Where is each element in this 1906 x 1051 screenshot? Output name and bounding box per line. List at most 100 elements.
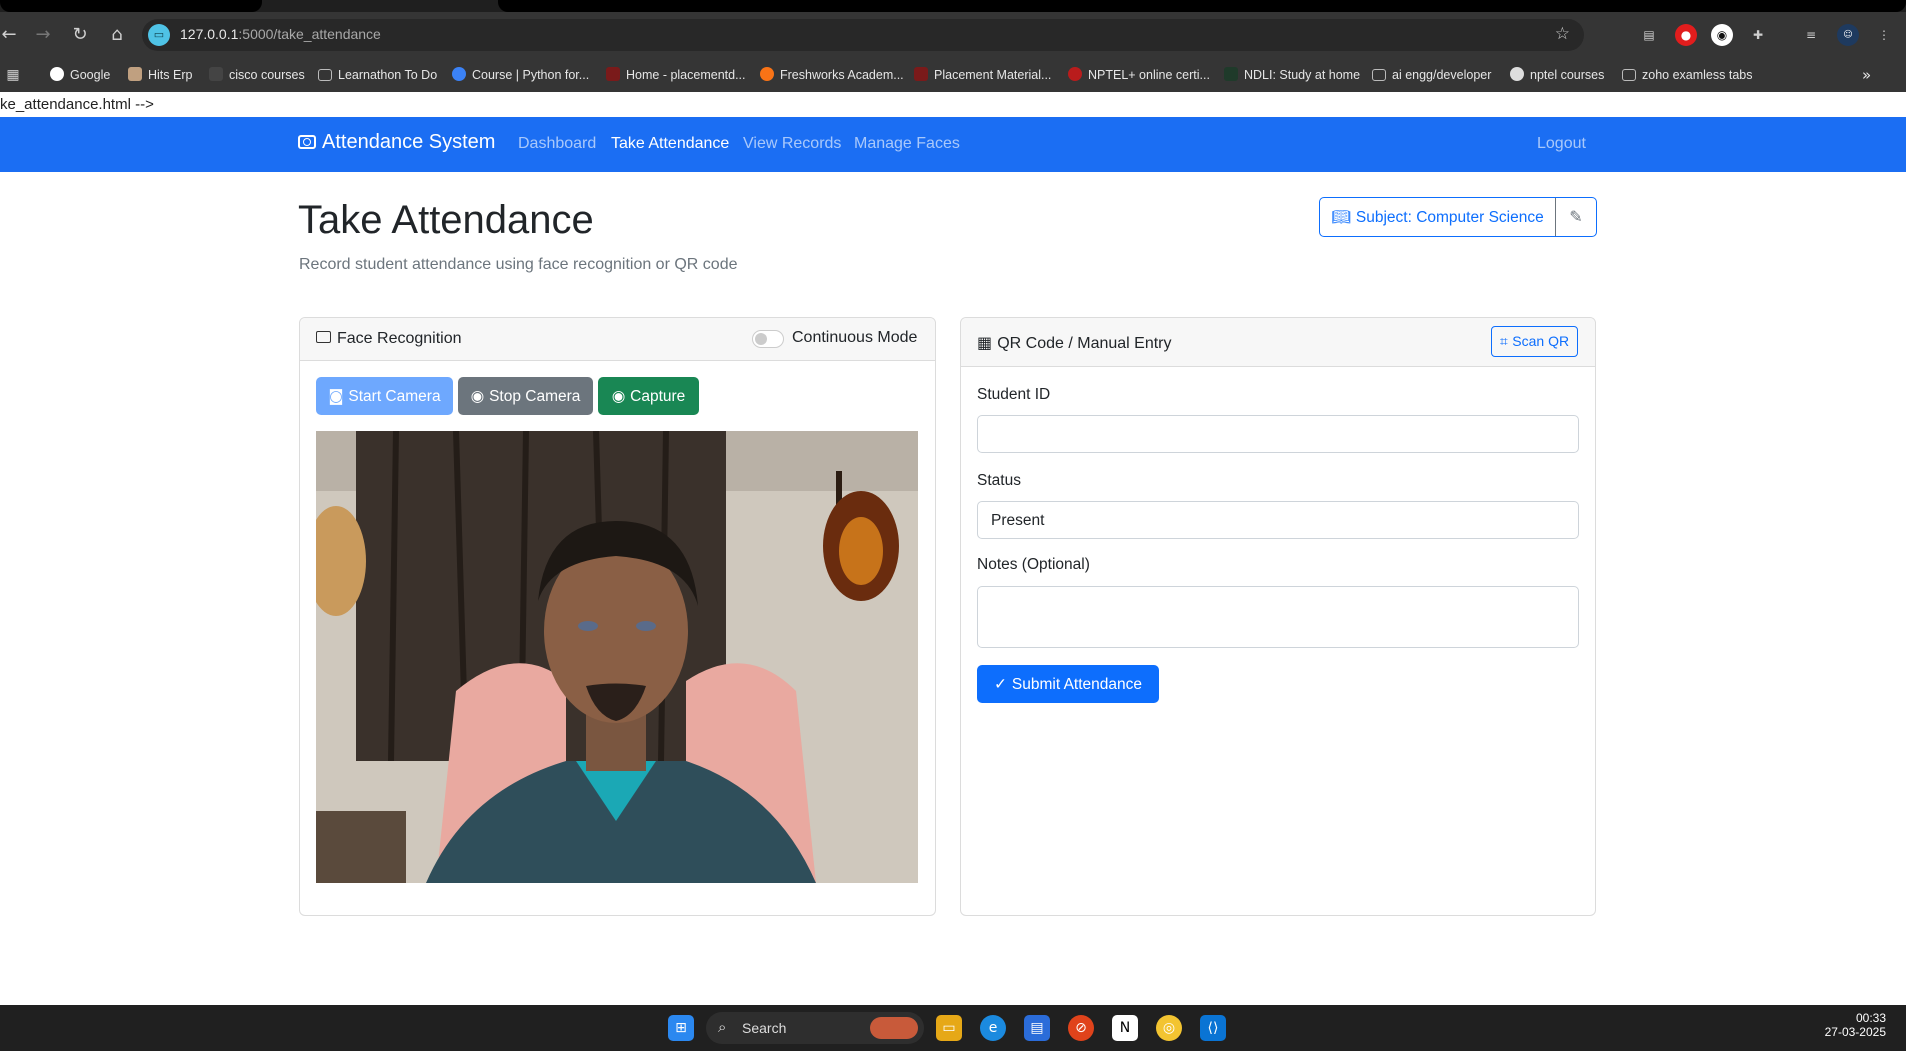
pencil-icon: ✎ — [1569, 207, 1583, 226]
subject-button[interactable]: 📖︎ Subject: Computer Science — [1320, 198, 1556, 236]
forward-icon[interactable]: → — [30, 22, 56, 48]
stop-camera-button[interactable]: ◉ Stop Camera — [458, 377, 593, 415]
check-icon: ✓ — [993, 675, 1012, 693]
logout-link[interactable]: Logout — [1537, 135, 1586, 153]
webcam-frame — [316, 431, 918, 883]
profile-avatar[interactable]: ☺ — [1837, 24, 1859, 46]
bookmarks-overflow-icon[interactable]: » — [1862, 64, 1871, 86]
bookmark-item[interactable]: NDLI: Study at home — [1224, 64, 1360, 86]
browser-tab[interactable] — [498, 0, 1906, 12]
bookmark-item[interactable]: zoho examless tabs — [1622, 64, 1752, 86]
qr-scan-icon: ⌗ — [1499, 334, 1513, 350]
edit-subject-button[interactable]: ✎ — [1556, 198, 1596, 236]
browser-toolbar: ← → ↻ ⌂ ▭ 127.0.0.1:5000/take_attendance… — [0, 12, 1906, 58]
taskbar: ⊞ ⌕ Search ▭ e ▤ ⊘ N ◎ ⟨⟩ 00:33 27-03-20… — [0, 1005, 1906, 1051]
subject-button-group: 📖︎ Subject: Computer Science ✎ — [1319, 197, 1597, 237]
file-explorer-icon[interactable]: ▭ — [936, 1015, 962, 1041]
notion-icon[interactable]: N — [1112, 1015, 1138, 1041]
stop-circle-icon: ◉ — [470, 387, 490, 405]
submit-attendance-button[interactable]: ✓ Submit Attendance — [977, 665, 1159, 703]
bookmark-item[interactable]: Google — [50, 64, 110, 86]
apps-grid-icon[interactable]: ▦ — [0, 62, 26, 88]
student-id-label: Student ID — [977, 386, 1051, 403]
site-favicon — [128, 67, 142, 81]
site-favicon — [1224, 67, 1238, 81]
site-favicon — [209, 67, 223, 81]
windows-start-icon[interactable]: ⊞ — [668, 1015, 694, 1041]
scan-qr-button[interactable]: ⌗ Scan QR — [1491, 326, 1578, 357]
app-icon[interactable]: ⊘ — [1068, 1015, 1094, 1041]
bookmark-item[interactable]: ai engg/developer — [1372, 64, 1491, 86]
notes-label: Notes (Optional) — [977, 556, 1090, 573]
site-favicon — [1510, 67, 1524, 81]
bookmark-item[interactable]: Placement Material... — [914, 64, 1051, 86]
bookmark-item[interactable]: cisco courses — [209, 64, 305, 86]
search-icon: ⌕ — [718, 1018, 727, 1036]
capture-button[interactable]: ◉ Capture — [598, 377, 699, 415]
qr-code-icon: ▦ — [977, 333, 998, 352]
clock-time: 00:33 — [1855, 1011, 1886, 1025]
browser-tab[interactable] — [0, 0, 262, 12]
bookmark-item[interactable]: Freshworks Academ... — [760, 64, 904, 86]
extension-icon[interactable]: ● — [1675, 24, 1697, 46]
start-camera-button[interactable]: ◙ Start Camera — [316, 377, 453, 415]
card-title: ▦ QR Code / Manual Entry — [977, 333, 1172, 352]
status-label: Status — [977, 472, 1021, 489]
system-clock[interactable]: 00:33 27-03-2025 — [1820, 1011, 1886, 1039]
bookmark-item[interactable]: nptel courses — [1510, 64, 1604, 86]
vscode-icon[interactable]: ⟨⟩ — [1200, 1015, 1226, 1041]
folder-icon — [1622, 69, 1636, 81]
bookmark-item[interactable]: Home - placementd... — [606, 64, 746, 86]
student-id-input[interactable] — [977, 415, 1579, 453]
page-title: Take Attendance — [298, 198, 594, 242]
extension-icon[interactable]: ▤ — [1638, 24, 1660, 46]
url-text: 127.0.0.1:5000/take_attendance — [180, 26, 381, 42]
taskbar-search[interactable]: ⌕ Search — [706, 1012, 924, 1044]
back-icon[interactable]: ← — [0, 22, 22, 48]
card-header: Face Recognition Continuous Mode — [300, 318, 935, 361]
nav-link-dashboard[interactable]: Dashboard — [518, 135, 596, 153]
bookmark-item[interactable]: Learnathon To Do — [318, 64, 437, 86]
bookmark-star-icon[interactable]: ☆ — [1555, 24, 1570, 44]
continuous-mode-label: Continuous Mode — [792, 329, 918, 346]
microsoft-store-icon[interactable]: ▤ — [1024, 1015, 1050, 1041]
site-favicon — [1068, 67, 1082, 81]
continuous-mode-toggle[interactable] — [752, 330, 784, 348]
face-recognition-card: Face Recognition Continuous Mode ◙ Start… — [299, 317, 936, 916]
reload-icon[interactable]: ↻ — [67, 22, 93, 48]
qr-manual-entry-card: ▦ QR Code / Manual Entry ⌗ Scan QR Stude… — [960, 317, 1596, 916]
camera-icon — [298, 135, 316, 149]
site-favicon — [452, 67, 466, 81]
home-icon[interactable]: ⌂ — [104, 22, 130, 48]
address-bar[interactable]: ▭ 127.0.0.1:5000/take_attendance ☆ — [142, 19, 1584, 51]
site-favicon — [760, 67, 774, 81]
record-circle-icon: ◉ — [611, 387, 631, 405]
notes-textarea[interactable] — [977, 586, 1579, 648]
search-highlight-image — [870, 1017, 918, 1039]
bookmark-item[interactable]: Course | Python for... — [452, 64, 589, 86]
page-subtitle: Record student attendance using face rec… — [299, 256, 738, 273]
nav-link-take-attendance[interactable]: Take Attendance — [611, 135, 729, 153]
stray-comment-text: ke_attendance.html --> — [0, 96, 154, 113]
extensions-puzzle-icon[interactable]: ✚ — [1747, 24, 1769, 46]
edge-browser-icon[interactable]: e — [980, 1015, 1006, 1041]
extension-icon[interactable]: ◉ — [1711, 24, 1733, 46]
site-favicon — [606, 67, 620, 81]
site-favicon — [914, 67, 928, 81]
status-select[interactable]: Present — [977, 501, 1579, 539]
navbar: Attendance System Dashboard Take Attenda… — [0, 117, 1906, 172]
bookmark-item[interactable]: NPTEL+ online certi... — [1068, 64, 1210, 86]
nav-link-manage-faces[interactable]: Manage Faces — [854, 135, 960, 153]
camera-icon: ◙ — [328, 387, 349, 405]
folder-icon — [318, 69, 332, 81]
bookmark-item[interactable]: Hits Erp — [128, 64, 192, 86]
google-icon — [50, 67, 64, 81]
nav-link-view-records[interactable]: View Records — [743, 135, 841, 153]
chrome-icon[interactable]: ◎ — [1156, 1015, 1182, 1041]
reading-list-icon[interactable]: ≡ — [1800, 24, 1822, 46]
navbar-brand[interactable]: Attendance System — [298, 131, 495, 154]
site-info-icon[interactable]: ▭ — [148, 24, 170, 46]
camera-video-feed — [316, 431, 918, 883]
menu-kebab-icon[interactable]: ⋮ — [1873, 24, 1895, 46]
folder-icon — [1372, 69, 1386, 81]
